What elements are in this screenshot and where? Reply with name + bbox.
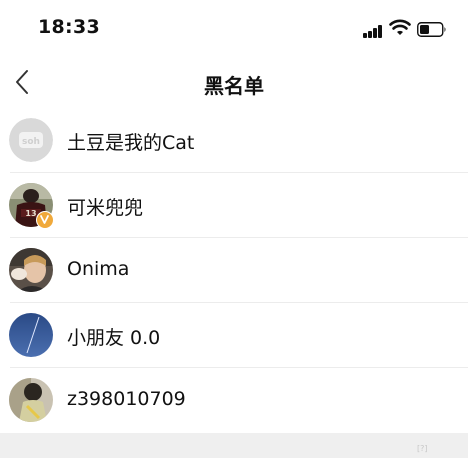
person-avatar [9, 248, 53, 292]
navigation-bar: 黑名单 [0, 56, 468, 108]
wifi-icon [389, 19, 411, 35]
list-item[interactable]: z398010709 [0, 368, 468, 433]
user-name: 小朋友 0.0 [67, 327, 161, 349]
list-item[interactable]: soh 土豆是我的Cat [0, 108, 468, 173]
user-name: Onima [67, 258, 130, 280]
blacklist-list: soh 土豆是我的Cat 13 可米兜兜 Onima 小朋友 0.0 z3980… [0, 108, 468, 433]
footer-area [0, 433, 468, 458]
user-name: z398010709 [67, 388, 186, 410]
user-name: 土豆是我的Cat [67, 132, 195, 154]
svg-text:13: 13 [25, 209, 36, 218]
list-item[interactable]: Onima [0, 238, 468, 303]
night-sky-avatar [9, 313, 53, 357]
user-name: 可米兜兜 [67, 197, 144, 219]
list-item[interactable]: 小朋友 0.0 [0, 303, 468, 368]
list-item[interactable]: 13 可米兜兜 [0, 173, 468, 238]
signal-icon [363, 24, 383, 38]
svg-text:soh: soh [22, 137, 40, 147]
status-bar: 18:33 [0, 0, 468, 56]
blacklist-screen: 18:33 黑名单 soh 土豆是我的Cat 13 可米兜兜 Onima 小朋友… [0, 0, 468, 458]
status-time: 18:33 [38, 16, 100, 38]
verified-badge-icon [36, 211, 54, 229]
placeholder-avatar: soh [9, 118, 53, 162]
battery-icon [417, 22, 446, 37]
photo-avatar [9, 378, 53, 422]
page-title: 黑名单 [204, 74, 264, 98]
watermark: [?] [417, 444, 428, 453]
